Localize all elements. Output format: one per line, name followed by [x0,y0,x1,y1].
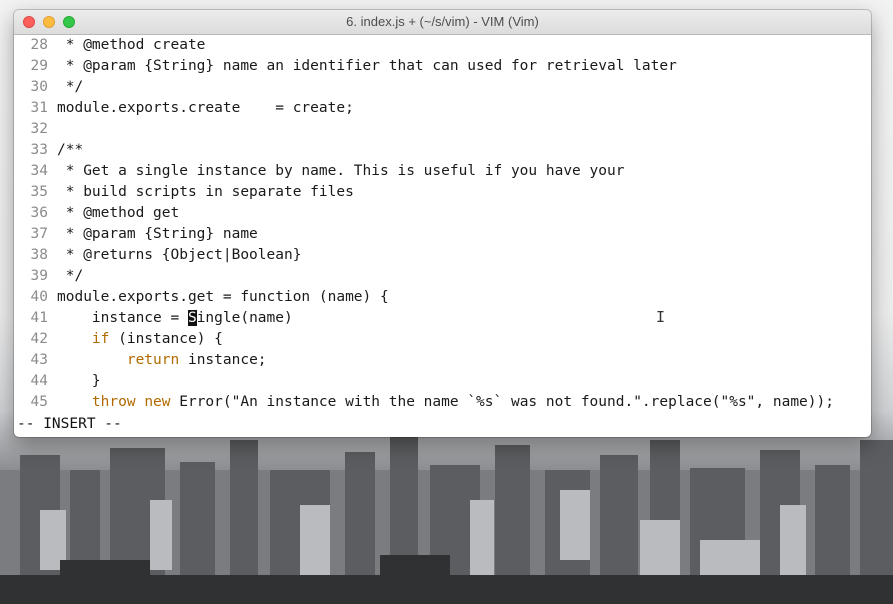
code-token: */ [57,268,84,284]
code-token: ingle(name) [196,310,293,326]
keyword-token: if [91,331,110,347]
line-number: 31 [30,100,48,116]
line-code: * @method create [57,37,206,53]
line-code: throw new Error("An instance with the na… [57,394,834,410]
code-token: * @param {String} name an identifier tha… [57,58,677,74]
code-token: /** [57,142,84,158]
code-token: */ [57,79,84,95]
code-token: } [57,373,101,389]
line-number: 44 [30,373,48,389]
code-line[interactable]: 28 * @method create [14,35,871,56]
line-number: 38 [30,247,48,263]
line-code: * @param {String} name an identifier tha… [57,58,677,74]
line-number: 36 [30,205,48,221]
line-code: instance = Single(name) [57,310,293,326]
code-token: * @param {String} name [57,226,258,242]
line-number: 37 [30,226,48,242]
code-line[interactable]: 44 } [14,371,871,392]
code-line[interactable]: 33 /** [14,140,871,161]
code-line[interactable]: 30 */ [14,77,871,98]
title-bar[interactable]: 6. index.js + (~/s/vim) - VIM (Vim) [14,10,871,35]
keyword-token: throw [91,394,136,410]
code-token: * @method get [57,205,180,221]
line-number: 41 [30,310,48,326]
keyword-token: return [126,352,180,368]
code-line[interactable]: 37 * @param {String} name [14,224,871,245]
line-number: 45 [30,394,48,410]
line-code: * Get a single instance by name. This is… [57,163,625,179]
code-line[interactable]: 42 if (instance) { [14,329,871,350]
code-line[interactable]: 31 module.exports.create = create; [14,98,871,119]
code-token: Error("An instance with the name `%s` wa… [170,394,834,410]
code-line[interactable]: 36 * @method get [14,203,871,224]
line-number: 29 [30,58,48,74]
code-line[interactable]: 34 * Get a single instance by name. This… [14,161,871,182]
code-line[interactable]: 40 module.exports.get = function (name) { [14,287,871,308]
line-code: /** [57,142,83,158]
code-token: module.exports.get = function (name) { [57,289,389,305]
mode-indicator: -- INSERT -- [17,416,122,432]
code-line[interactable]: 45 throw new Error("An instance with the… [14,392,871,413]
line-number: 32 [30,121,48,137]
line-code: module.exports.get = function (name) { [57,289,389,305]
line-code: } [57,373,101,389]
code-token: * @method create [57,37,206,53]
code-line[interactable]: 29 * @param {String} name an identifier … [14,56,871,77]
line-code: return instance; [57,352,267,368]
code-line[interactable]: 41 instance = Single(name) [14,308,871,329]
line-code: * @returns {Object|Boolean} [57,247,302,263]
code-token: (instance) { [109,331,223,347]
code-token: * build scripts in separate files [57,184,354,200]
ibeam-cursor-icon: I [656,308,666,326]
line-number: 40 [30,289,48,305]
text-cursor: S [187,310,197,326]
line-number: 33 [30,142,48,158]
line-number: 30 [30,79,48,95]
line-number: 35 [30,184,48,200]
line-code: */ [57,79,83,95]
code-line[interactable]: 39 */ [14,266,871,287]
code-token: module.exports.create = create; [57,100,354,116]
code-lines: 28 * @method create 29 * @param {String} … [14,35,871,413]
code-token: * Get a single instance by name. This is… [57,163,625,179]
line-number: 42 [30,331,48,347]
line-number: 28 [30,37,48,53]
line-code: module.exports.create = create; [57,100,354,116]
code-token: instance; [179,352,267,368]
line-code: * @method get [57,205,180,221]
window-title: 6. index.js + (~/s/vim) - VIM (Vim) [346,14,539,29]
keyword-token: new [144,394,171,410]
code-line[interactable]: 43 return instance; [14,350,871,371]
line-code: * build scripts in separate files [57,184,354,200]
code-editor[interactable]: 28 * @method create 29 * @param {String} … [14,35,871,437]
vim-window: 6. index.js + (~/s/vim) - VIM (Vim) 28 *… [14,10,871,437]
line-number: 39 [30,268,48,284]
line-code: */ [57,268,83,284]
line-code: if (instance) { [57,331,223,347]
line-code: * @param {String} name [57,226,258,242]
code-token: * @returns {Object|Boolean} [57,247,302,263]
code-line[interactable]: 32 [14,119,871,140]
line-number: 43 [30,352,48,368]
code-line[interactable]: 35 * build scripts in separate files [14,182,871,203]
code-token: instance = [57,310,188,326]
line-number: 34 [30,163,48,179]
code-line[interactable]: 38 * @returns {Object|Boolean} [14,245,871,266]
